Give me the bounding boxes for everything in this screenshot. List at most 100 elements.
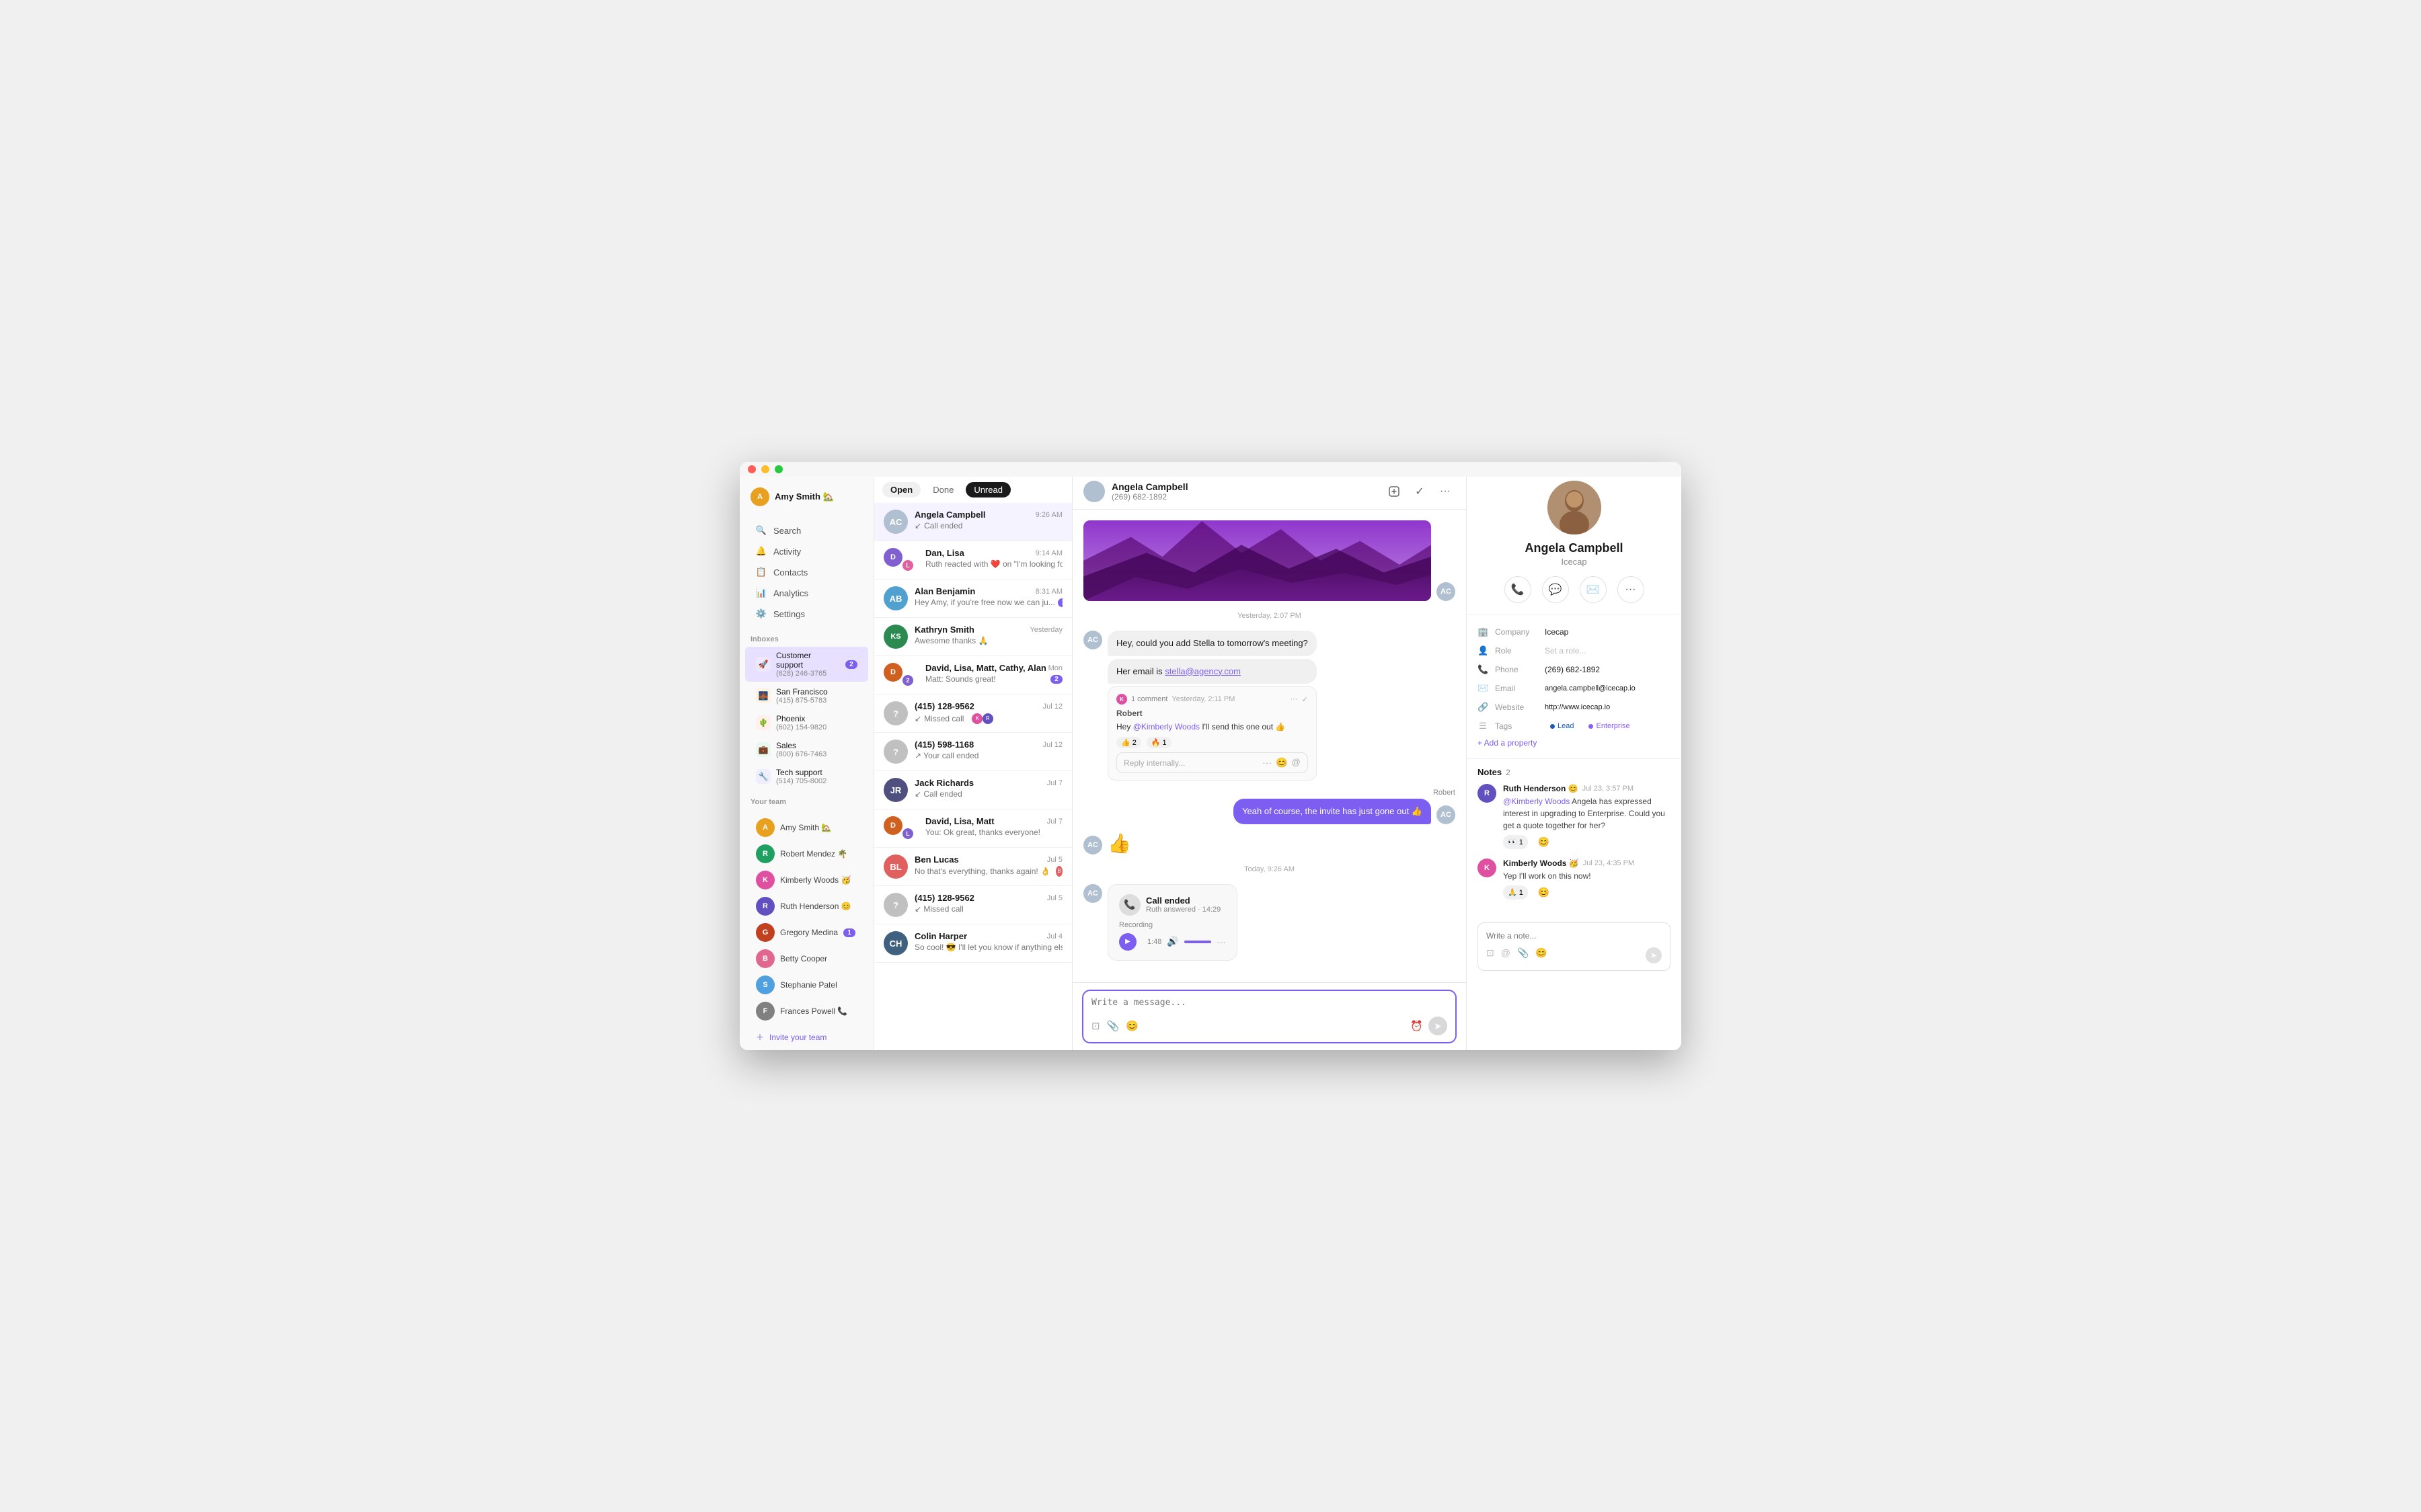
- sidebar-item-contacts[interactable]: 📋 Contacts: [745, 562, 868, 582]
- play-button[interactable]: ▶: [1119, 933, 1137, 951]
- note-text-2: Yep I'll work on this now!: [1503, 870, 1670, 882]
- sidebar-item-settings[interactable]: ⚙️ Settings: [745, 604, 868, 624]
- send-button[interactable]: ➤: [1428, 1017, 1447, 1035]
- tag-enterprise[interactable]: Enterprise: [1583, 721, 1635, 731]
- more-actions-button[interactable]: ···: [1435, 481, 1455, 502]
- tag-lead[interactable]: Lead: [1545, 721, 1579, 731]
- conv-name-colin: Colin Harper: [915, 931, 967, 941]
- chat-header-info: Angela Campbell (269) 682-1892: [1112, 481, 1377, 502]
- website-value: http://www.icecap.io: [1545, 703, 1670, 711]
- team-member-robert[interactable]: R Robert Mendez 🌴: [745, 841, 868, 867]
- tab-open[interactable]: Open: [882, 482, 921, 498]
- new-conversation-button[interactable]: [1384, 481, 1404, 502]
- note-reaction-smile-2[interactable]: 😊: [1533, 885, 1554, 900]
- thread-reply-box[interactable]: Reply internally... ··· 😊 @: [1116, 752, 1308, 773]
- audio-more-button[interactable]: ···: [1217, 937, 1226, 947]
- contact-more-button[interactable]: ···: [1617, 576, 1644, 603]
- inbox-sales[interactable]: 💼 Sales (800) 676-7463: [745, 737, 868, 762]
- conv-time-jack: Jul 7: [1047, 779, 1063, 787]
- note-reaction-smile[interactable]: 😊: [1533, 835, 1554, 849]
- tab-done[interactable]: Done: [925, 482, 962, 498]
- note-send-button[interactable]: ➤: [1646, 947, 1662, 963]
- team-member-betty[interactable]: B Betty Cooper: [745, 946, 868, 971]
- conv-item-colin[interactable]: CH Colin Harper Jul 4 So cool! 😎 I'll le…: [874, 924, 1072, 963]
- conv-item-ben[interactable]: BL Ben Lucas Jul 5 No that's everything,…: [874, 848, 1072, 886]
- format-icon[interactable]: ⊡: [1091, 1020, 1100, 1032]
- conv-item-jack[interactable]: JR Jack Richards Jul 7 ↙ Call ended: [874, 771, 1072, 809]
- reply-input-placeholder[interactable]: Reply internally...: [1124, 758, 1258, 768]
- email-link[interactable]: stella@agency.com: [1165, 666, 1241, 676]
- conv-item-415-128[interactable]: ? (415) 128-9562 Jul 12 ↙ Missed call K …: [874, 694, 1072, 733]
- timestamp-yesterday: Yesterday, 2:07 PM: [1083, 612, 1455, 620]
- emoji-input-icon[interactable]: 😊: [1126, 1020, 1139, 1032]
- note-attach-icon[interactable]: 📎: [1517, 947, 1529, 963]
- attach-icon[interactable]: 📎: [1107, 1020, 1120, 1032]
- user-profile[interactable]: A Amy Smith 🏡: [740, 482, 874, 517]
- contact-company: Icecap: [1477, 557, 1670, 567]
- conv-item-alan[interactable]: AB Alan Benjamin 8:31 AM Hey Amy, if you…: [874, 580, 1072, 618]
- inbox-customer-support[interactable]: 🚀 Customer support (628) 246-3765 2: [745, 647, 868, 682]
- tab-unread[interactable]: Unread: [966, 482, 1011, 498]
- thread-checkmark: ✓: [1302, 695, 1308, 704]
- sidebar-item-analytics[interactable]: 📊 Analytics: [745, 583, 868, 603]
- clock-icon[interactable]: ⏰: [1410, 1020, 1423, 1032]
- minimize-button[interactable]: [761, 465, 769, 473]
- contact-chat-button[interactable]: 💬: [1542, 576, 1569, 603]
- sidebar-item-search[interactable]: 🔍 Search: [745, 520, 868, 541]
- chat-contact-name: Angela Campbell: [1112, 481, 1377, 492]
- contact-email-button[interactable]: ✉️: [1580, 576, 1607, 603]
- team-member-stephanie[interactable]: S Stephanie Patel: [745, 972, 868, 998]
- note-author-kimberly: Kimberly Woods 🥳: [1503, 859, 1579, 868]
- inbox-tech-support[interactable]: 🔧 Tech support (514) 705-8002: [745, 764, 868, 789]
- inbox-san-francisco[interactable]: 🌉 San Francisco (415) 875-5783: [745, 683, 868, 709]
- inbox-icon-san-francisco: 🌉: [756, 688, 771, 703]
- conv-item-david-group[interactable]: D 2 David, Lisa, Matt, Cathy, Alan Mon M…: [874, 656, 1072, 694]
- thread-more-icon[interactable]: ···: [1291, 695, 1298, 703]
- conv-item-angela[interactable]: AC Angela Campbell 9:26 AM ↙ Call ended: [874, 503, 1072, 541]
- conv-item-dan-lisa[interactable]: D L Dan, Lisa 9:14 AM Ruth reacted with …: [874, 541, 1072, 580]
- maximize-button[interactable]: [775, 465, 783, 473]
- contact-details: 🏢 Company Icecap 👤 Role Set a role... 📞 …: [1467, 614, 1681, 759]
- conv-preview-alan: Hey Amy, if you're free now we can ju...…: [915, 598, 1063, 607]
- reply-emoji-icon[interactable]: 😊: [1276, 757, 1287, 768]
- reaction-thumbsup[interactable]: 👍 2: [1116, 737, 1141, 748]
- conv-item-415-128-2[interactable]: ? (415) 128-9562 Jul 5 ↙ Missed call: [874, 886, 1072, 924]
- thread-block: K 1 comment Yesterday, 2:11 PM ··· ✓ Rob…: [1108, 686, 1317, 781]
- contact-call-button[interactable]: 📞: [1504, 576, 1531, 603]
- volume-icon[interactable]: 🔊: [1167, 936, 1178, 947]
- conv-avatar-415-598: ?: [884, 740, 908, 764]
- reply-more-icon[interactable]: ···: [1262, 757, 1272, 768]
- inbox-phoenix[interactable]: 🌵 Phoenix (602) 154-9820: [745, 710, 868, 735]
- invite-team-button[interactable]: ＋ Invite your team: [745, 1027, 868, 1047]
- note-reaction-pray[interactable]: 🙏 1: [1503, 885, 1528, 900]
- message-input[interactable]: [1091, 998, 1447, 1008]
- company-icon: 🏢: [1477, 627, 1488, 637]
- reply-at-icon[interactable]: @: [1292, 757, 1301, 768]
- conv-item-david-lisa-matt[interactable]: D L David, Lisa, Matt Jul 7 You: Ok grea…: [874, 809, 1072, 848]
- reaction-fire[interactable]: 🔥 1: [1147, 737, 1171, 748]
- sidebar-item-activity[interactable]: 🔔 Activity: [745, 541, 868, 561]
- team-member-kimberly[interactable]: K Kimberly Woods 🥳: [745, 867, 868, 893]
- note-input-left-actions: ⊡ @ 📎 😊: [1486, 947, 1547, 963]
- volume-bar[interactable]: [1184, 941, 1211, 943]
- note-content-2: Kimberly Woods 🥳 Jul 23, 4:35 PM Yep I'l…: [1503, 859, 1670, 900]
- conv-item-415-598[interactable]: ? (415) 598-1168 Jul 12 ↗ Your call ende…: [874, 733, 1072, 771]
- team-member-ruth[interactable]: R Ruth Henderson 😊: [745, 893, 868, 919]
- outgoing-message-wrapper: Robert Yeah of course, the invite has ju…: [1233, 789, 1455, 824]
- note-emoji-icon[interactable]: 😊: [1535, 947, 1547, 963]
- resolve-button[interactable]: ✓: [1410, 481, 1430, 502]
- conv-item-kathryn[interactable]: KS Kathryn Smith Yesterday Awesome thank…: [874, 618, 1072, 656]
- close-button[interactable]: [748, 465, 756, 473]
- add-property-button[interactable]: + Add a property: [1477, 735, 1670, 750]
- note-reaction-eyes[interactable]: 👀 1: [1503, 835, 1528, 849]
- team-member-gregory[interactable]: G Gregory Medina 1: [745, 920, 868, 945]
- new-conv-icon: [1389, 486, 1399, 497]
- team-member-amy[interactable]: A Amy Smith 🏡: [745, 815, 868, 840]
- email-value: angela.campbell@icecap.io: [1545, 684, 1670, 692]
- note-at-icon[interactable]: @: [1501, 947, 1510, 963]
- inbox-name-san-francisco: San Francisco: [776, 687, 857, 697]
- conv-badge-alan: 2: [1058, 598, 1063, 607]
- note-format-icon[interactable]: ⊡: [1486, 947, 1494, 963]
- note-input[interactable]: [1486, 931, 1662, 941]
- team-member-frances[interactable]: F Frances Powell 📞: [745, 998, 868, 1024]
